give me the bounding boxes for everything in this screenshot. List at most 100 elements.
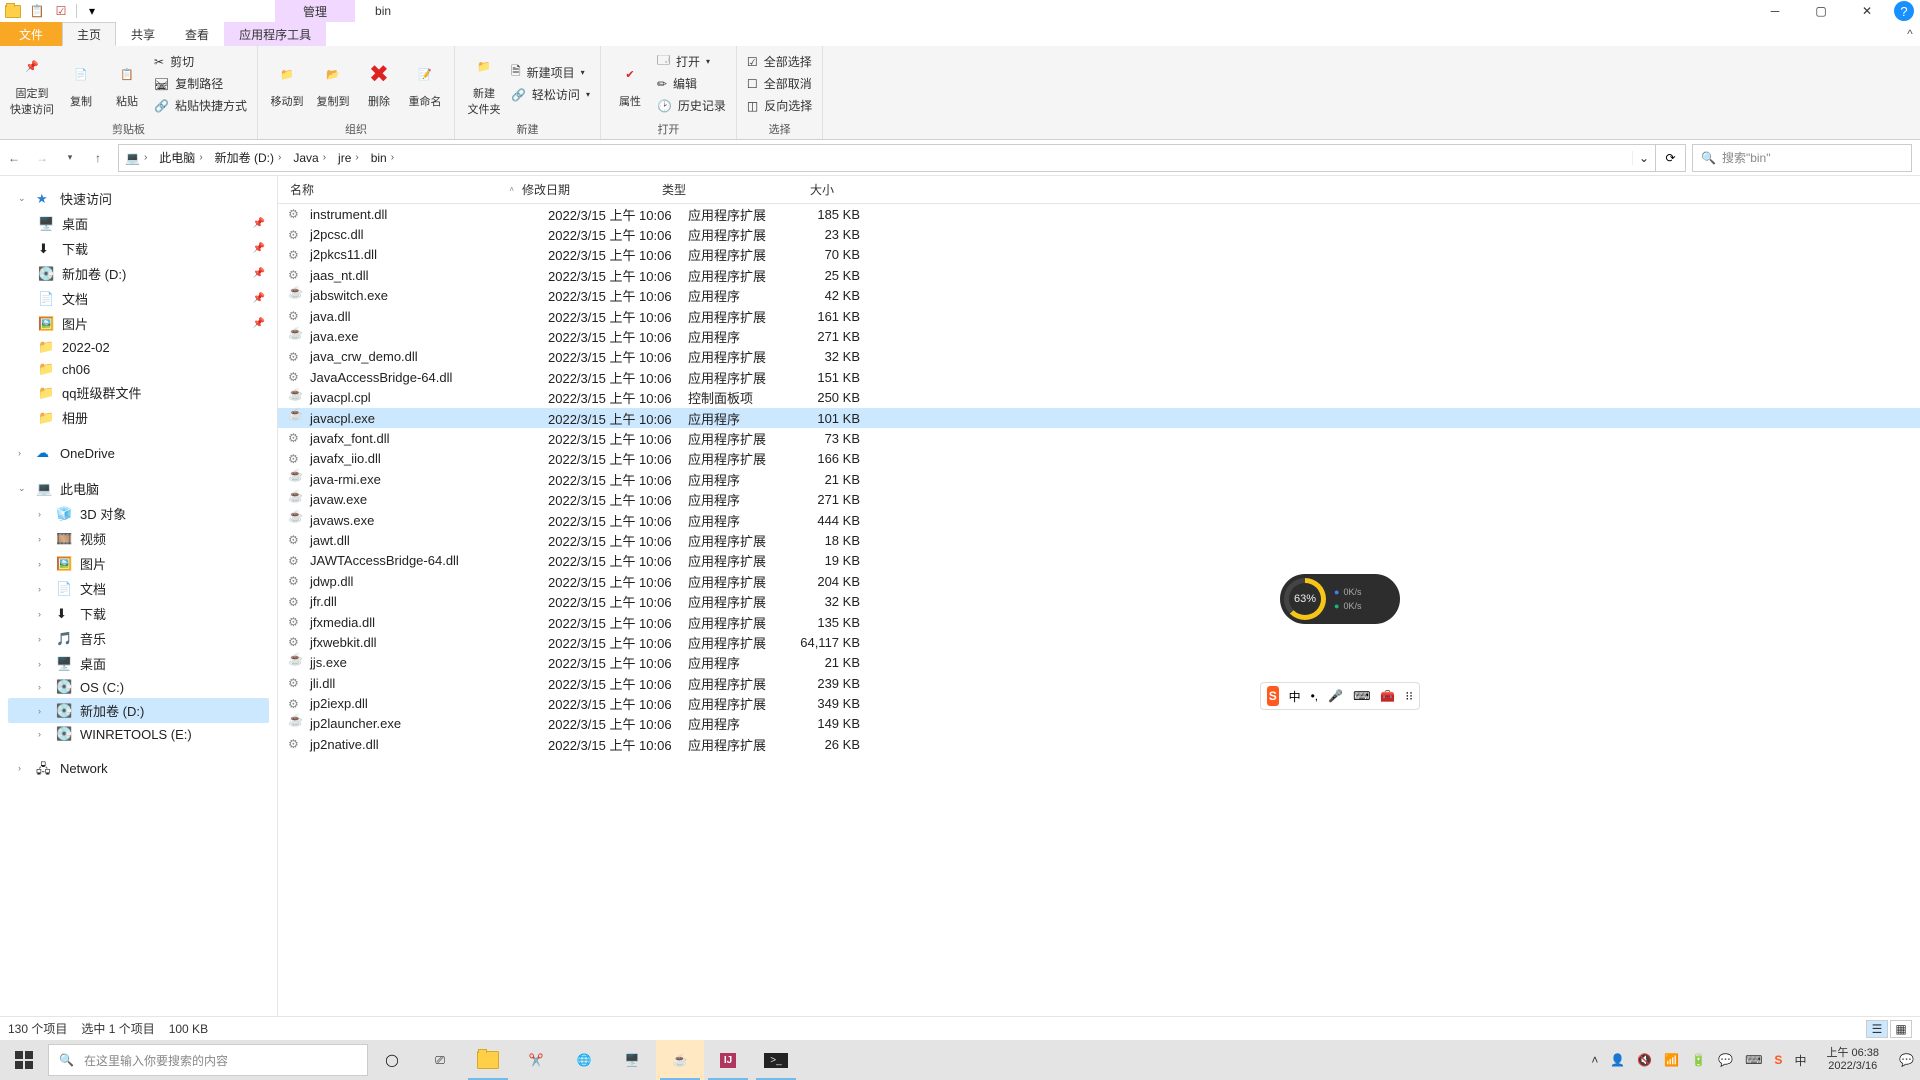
tray-expand-icon[interactable]: ˄ [1591, 1053, 1598, 1067]
properties-button[interactable]: ✔属性 [611, 59, 649, 109]
nav-quick-access[interactable]: ⌄★快速访问 [8, 186, 269, 211]
qat-customize-icon[interactable]: ▾ [81, 0, 103, 22]
ime-keyboard-icon[interactable]: ⌨ [1353, 689, 1370, 703]
ime-lang[interactable]: 中 [1289, 688, 1301, 705]
ime-settings-icon[interactable]: ⁝⁝ [1405, 689, 1413, 703]
column-header-type[interactable]: 类型 [662, 181, 772, 198]
file-row[interactable]: jp2iexp.dll2022/3/15 上午 10:06应用程序扩展349 K… [278, 693, 1920, 713]
up-button[interactable]: ↑ [84, 144, 112, 172]
file-row[interactable]: jawt.dll2022/3/15 上午 10:06应用程序扩展18 KB [278, 530, 1920, 550]
file-row[interactable]: JAWTAccessBridge-64.dll2022/3/15 上午 10:0… [278, 551, 1920, 571]
tray-ime-icon[interactable]: 中 [1794, 1052, 1806, 1069]
nav-pc-item[interactable]: ›🖼️图片 [8, 551, 269, 576]
breadcrumb-root-icon[interactable]: 💻› [119, 151, 153, 165]
maximize-button[interactable]: ▢ [1798, 0, 1844, 22]
taskbar-search[interactable]: 🔍 在这里输入你要搜索的内容 [48, 1044, 368, 1076]
invert-selection-button[interactable]: ◫反向选择 [747, 96, 812, 116]
select-all-button[interactable]: ☑全部选择 [747, 52, 812, 72]
task-file-explorer[interactable] [464, 1040, 512, 1080]
file-row[interactable]: jp2native.dll2022/3/15 上午 10:06应用程序扩展26 … [278, 734, 1920, 754]
file-row[interactable]: jfr.dll2022/3/15 上午 10:06应用程序扩展32 KB [278, 591, 1920, 611]
tab-share[interactable]: 共享 [116, 22, 170, 46]
copy-button[interactable]: 📄 复制 [62, 59, 100, 109]
nav-this-pc[interactable]: ⌄💻此电脑 [8, 476, 269, 501]
details-view-button[interactable]: ☰ [1866, 1020, 1888, 1038]
thumbnails-view-button[interactable]: ▦ [1890, 1020, 1912, 1038]
tab-file[interactable]: 文件 [0, 22, 62, 46]
recent-locations-button[interactable]: ▾ [56, 144, 84, 172]
tray-volume-icon[interactable]: 🔇 [1637, 1053, 1652, 1067]
task-intellij[interactable]: IJ [704, 1040, 752, 1080]
task-terminal[interactable]: >_ [752, 1040, 800, 1080]
delete-button[interactable]: ✖删除 [360, 59, 398, 109]
file-row[interactable]: JavaAccessBridge-64.dll2022/3/15 上午 10:0… [278, 367, 1920, 387]
help-icon[interactable]: ? [1894, 1, 1914, 21]
nav-quick-item[interactable]: 📁相册 [8, 405, 269, 430]
nav-quick-item[interactable]: 🖥️桌面📌 [8, 211, 269, 236]
ime-toolbar[interactable]: S 中 •, 🎤 ⌨ 🧰 ⁝⁝ [1260, 682, 1420, 710]
nav-quick-item[interactable]: ⬇下载📌 [8, 236, 269, 261]
close-button[interactable]: ✕ [1844, 0, 1890, 22]
nav-network[interactable]: ›🖧Network [8, 757, 269, 779]
breadcrumb-segment[interactable]: 此电脑› [153, 149, 208, 166]
file-row[interactable]: java.dll2022/3/15 上午 10:06应用程序扩展161 KB [278, 306, 1920, 326]
file-row[interactable]: jfxmedia.dll2022/3/15 上午 10:06应用程序扩展135 … [278, 612, 1920, 632]
nav-quick-item[interactable]: 💽新加卷 (D:)📌 [8, 261, 269, 286]
pin-quick-access-button[interactable]: 📌 固定到 快速访问 [10, 51, 54, 117]
tray-teams-icon[interactable]: 💬 [1718, 1053, 1733, 1067]
nav-onedrive[interactable]: ›☁OneDrive [8, 442, 269, 464]
nav-pc-item[interactable]: ›🎞️视频 [8, 526, 269, 551]
tray-user-icon[interactable]: 👤 [1610, 1053, 1625, 1067]
file-row[interactable]: java-rmi.exe2022/3/15 上午 10:06应用程序21 KB [278, 469, 1920, 489]
file-row[interactable]: j2pkcs11.dll2022/3/15 上午 10:06应用程序扩展70 K… [278, 245, 1920, 265]
forward-button[interactable]: → [28, 144, 56, 172]
task-snip[interactable]: ✂️ [512, 1040, 560, 1080]
rename-button[interactable]: 📝重命名 [406, 59, 444, 109]
tab-view[interactable]: 查看 [170, 22, 224, 46]
breadcrumb-segment[interactable]: jre› [332, 151, 365, 165]
file-row[interactable]: javaws.exe2022/3/15 上午 10:06应用程序444 KB [278, 510, 1920, 530]
address-dropdown-icon[interactable]: ⌄ [1632, 151, 1655, 165]
paste-shortcut-button[interactable]: 🔗粘贴快捷方式 [154, 96, 247, 116]
nav-pc-item[interactable]: ›⬇下载 [8, 601, 269, 626]
nav-quick-item[interactable]: 📁2022-02 [8, 336, 269, 358]
file-row[interactable]: jli.dll2022/3/15 上午 10:06应用程序扩展239 KB [278, 673, 1920, 693]
nav-pc-item[interactable]: ›💽OS (C:) [8, 676, 269, 698]
tab-apptools[interactable]: 应用程序工具 [224, 22, 326, 46]
file-row[interactable]: javacpl.cpl2022/3/15 上午 10:06控制面板项250 KB [278, 388, 1920, 408]
back-button[interactable]: ← [0, 144, 28, 172]
nav-quick-item[interactable]: 🖼️图片📌 [8, 311, 269, 336]
history-button[interactable]: 🕑历史记录 [657, 96, 726, 116]
nav-pc-item[interactable]: ›💽WINRETOOLS (E:) [8, 723, 269, 745]
tray-clock[interactable]: 上午 06:38 2022/3/16 [1818, 1047, 1887, 1073]
task-edge[interactable]: 🌐 [560, 1040, 608, 1080]
nav-pc-item[interactable]: ›🧊3D 对象 [8, 501, 269, 526]
file-row[interactable]: javaw.exe2022/3/15 上午 10:06应用程序271 KB [278, 489, 1920, 509]
file-row[interactable]: java_crw_demo.dll2022/3/15 上午 10:06应用程序扩… [278, 347, 1920, 367]
file-row[interactable]: jp2launcher.exe2022/3/15 上午 10:06应用程序149… [278, 714, 1920, 734]
nav-pc-item[interactable]: ›🖥️桌面 [8, 651, 269, 676]
breadcrumb-segment[interactable]: bin› [365, 151, 400, 165]
breadcrumb-segment[interactable]: 新加卷 (D:)› [209, 149, 288, 166]
nav-quick-item[interactable]: 📁qq班级群文件 [8, 380, 269, 405]
breadcrumb-segment[interactable]: Java› [287, 151, 332, 165]
file-row[interactable]: jaas_nt.dll2022/3/15 上午 10:06应用程序扩展25 KB [278, 265, 1920, 285]
new-item-button[interactable]: 🗎新建项目▾ [511, 63, 590, 83]
select-none-button[interactable]: ☐全部取消 [747, 74, 812, 94]
address-bar[interactable]: 💻› 此电脑›新加卷 (D:)›Java›jre›bin› ⌄ ⟳ [118, 144, 1686, 172]
tray-sogou-icon[interactable]: S [1774, 1053, 1782, 1067]
new-folder-button[interactable]: 📁新建 文件夹 [465, 51, 503, 117]
file-row[interactable]: instrument.dll2022/3/15 上午 10:06应用程序扩展18… [278, 204, 1920, 224]
file-row[interactable]: javacpl.exe2022/3/15 上午 10:06应用程序101 KB [278, 408, 1920, 428]
start-button[interactable] [0, 1040, 48, 1080]
ime-tools-icon[interactable]: 🧰 [1380, 689, 1395, 703]
tray-wifi-icon[interactable]: 📶 [1664, 1053, 1679, 1067]
tray-keyboard-icon[interactable]: ⌨ [1745, 1053, 1762, 1067]
system-menu-icon[interactable] [2, 0, 24, 22]
cortana-button[interactable]: ⎚ [416, 1040, 464, 1080]
move-to-button[interactable]: 📁移动到 [268, 59, 306, 109]
paste-button[interactable]: 📋 粘贴 [108, 59, 146, 109]
nav-quick-item[interactable]: 📁ch06 [8, 358, 269, 380]
easy-access-button[interactable]: 🔗轻松访问▾ [511, 85, 590, 105]
task-monitor[interactable]: 🖥️ [608, 1040, 656, 1080]
